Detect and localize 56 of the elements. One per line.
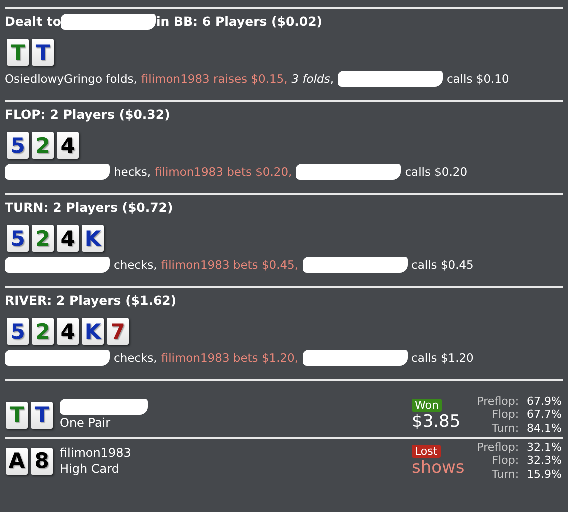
equity-value: 84.1% (527, 422, 562, 436)
street-title: Dealt to (5, 13, 62, 31)
hand-rank: High Card (60, 461, 120, 477)
action-text: checks, (114, 350, 158, 367)
playing-card: 2 (32, 225, 54, 252)
player-name: filimon1983 (60, 445, 132, 461)
equity-label: Turn: (491, 468, 520, 482)
result-amount: shows (412, 458, 465, 478)
playing-card: A (6, 448, 28, 474)
action-text: checks, (114, 257, 158, 274)
street-title: in BB: 6 Players ($0.02) (156, 13, 323, 31)
playing-card: T (32, 39, 54, 66)
playing-card: T (6, 402, 28, 428)
street-title: TURN: 2 Players ($0.72) (5, 199, 174, 217)
equity-value: 67.7% (527, 408, 562, 422)
equity-label: Flop: (491, 454, 520, 468)
action-text: , (330, 71, 334, 88)
action-text: calls $0.45 (412, 257, 474, 274)
playing-card: 5 (7, 318, 29, 345)
hero-action: filimon1983 bets $1.20, (161, 350, 299, 367)
playing-card: 4 (57, 132, 79, 159)
playing-card: K (82, 318, 104, 345)
result-badge: Won (412, 398, 442, 412)
street-title: RIVER: 2 Players ($1.62) (5, 292, 177, 310)
playing-card: T (7, 39, 29, 66)
hand-rank: One Pair (60, 415, 112, 431)
equity-label: Preflop: (477, 394, 520, 408)
equity-value: 67.9% (527, 394, 562, 408)
street-title: FLOP: 2 Players ($0.32) (5, 106, 170, 124)
result-amount: $3.85 (412, 412, 461, 432)
equity-value: 15.9% (527, 468, 562, 482)
result-badge: Lost (412, 444, 441, 458)
playing-card: 2 (32, 318, 54, 345)
playing-card: 5 (7, 225, 29, 252)
playing-card: 5 (7, 132, 29, 159)
equity-label: Preflop: (477, 440, 520, 454)
action-text: calls $0.10 (446, 71, 510, 88)
playing-card: K (82, 225, 104, 252)
equity-label: Flop: (491, 408, 520, 422)
action-text: OsiedlowyGringo folds, (5, 71, 138, 88)
action-text: hecks, (114, 164, 151, 181)
playing-card: 4 (57, 225, 79, 252)
action-text: 3 folds (292, 71, 330, 88)
hero-action: filimon1983 bets $0.20, (155, 164, 292, 181)
equity-label: Turn: (491, 422, 520, 436)
equity-value: 32.1% (527, 440, 562, 454)
playing-card: 2 (32, 132, 54, 159)
playing-card: 8 (31, 448, 53, 474)
action-text: calls $1.20 (412, 350, 474, 367)
playing-card: 4 (57, 318, 79, 345)
equity-value: 32.3% (527, 454, 562, 468)
action-text: calls $0.20 (405, 164, 468, 181)
hero-action: filimon1983 bets $0.45, (161, 257, 299, 274)
playing-card: 7 (107, 318, 129, 345)
playing-card: T (31, 402, 53, 428)
hero-action: filimon1983 raises $0.15, (141, 71, 288, 88)
